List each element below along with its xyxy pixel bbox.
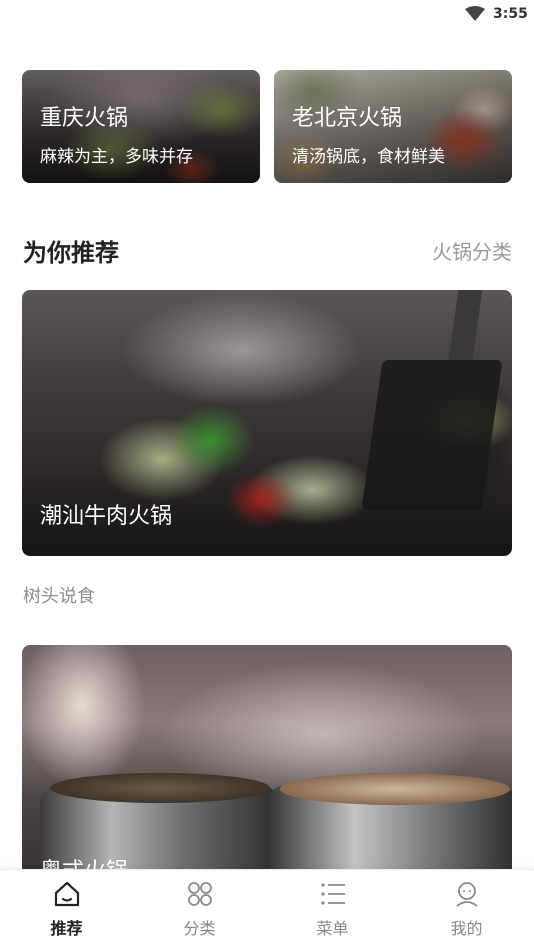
nav-tab-menu[interactable]: 菜单 <box>266 870 399 949</box>
nav-tab-recommend[interactable]: 推荐 <box>0 870 133 949</box>
card-subtitle: 麻辣为主，多味并存 <box>40 147 193 167</box>
nav-tab-profile[interactable]: 我的 <box>400 870 533 949</box>
feed-card[interactable]: 粤式火锅 <box>22 645 512 905</box>
feed-card-author[interactable]: 树头说食 <box>23 582 95 608</box>
menu-list-icon <box>320 883 345 905</box>
app-screen: 3:55 重庆火锅 麻辣为主，多味并存 老北京火锅 清汤锅底，食材鲜美 为你推荐… <box>0 0 534 949</box>
category-grid-icon <box>187 882 212 906</box>
bottom-nav: 推荐 分类 菜单 我的 <box>0 869 534 949</box>
hotpot-category-link[interactable]: 火锅分类 <box>432 236 512 265</box>
home-icon <box>54 881 79 907</box>
category-card-beijing[interactable]: 老北京火锅 清汤锅底，食材鲜美 <box>274 70 512 183</box>
card-subtitle: 清汤锅底，食材鲜美 <box>292 147 445 167</box>
nav-label: 菜单 <box>316 919 349 938</box>
status-time: 3:55 <box>493 6 528 22</box>
nav-label: 我的 <box>450 919 483 938</box>
profile-icon <box>455 882 478 907</box>
nav-label: 推荐 <box>50 919 83 938</box>
category-card-chongqing[interactable]: 重庆火锅 麻辣为主，多味并存 <box>22 70 260 183</box>
nav-label: 分类 <box>183 919 216 938</box>
wifi-icon <box>465 6 485 21</box>
nav-tab-category[interactable]: 分类 <box>133 870 266 949</box>
card-title: 老北京火锅 <box>292 106 403 131</box>
status-bar: 3:55 <box>0 0 534 30</box>
feed-card-title: 潮汕牛肉火锅 <box>40 504 173 529</box>
section-title: 为你推荐 <box>23 239 119 267</box>
card-title: 重庆火锅 <box>40 106 129 131</box>
feed-card[interactable]: 潮汕牛肉火锅 <box>22 290 512 556</box>
